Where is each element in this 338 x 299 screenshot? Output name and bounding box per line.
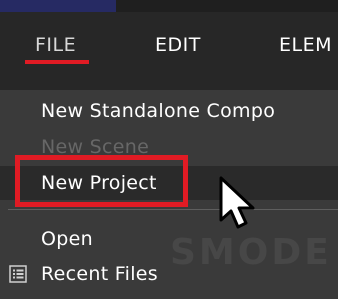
active-menu-underline xyxy=(25,60,89,64)
menu-item-label: Open xyxy=(41,228,93,250)
menu-item-new-standalone-compo[interactable]: New Standalone Compo xyxy=(0,94,338,128)
highlight-annotation-box xyxy=(15,155,188,207)
mouse-cursor-icon xyxy=(219,176,255,229)
menu-separator xyxy=(8,209,338,210)
menu-item-label: Recent Files xyxy=(41,263,158,285)
menu-item-label: New Standalone Compo xyxy=(41,100,276,122)
window-top-strip xyxy=(0,0,338,12)
menu-file[interactable]: FILE xyxy=(35,34,76,56)
top-accent-bar xyxy=(0,0,116,12)
menu-edit[interactable]: EDIT xyxy=(155,34,201,56)
menu-bar: FILE EDIT ELEM xyxy=(0,12,338,90)
list-icon xyxy=(9,265,27,283)
menu-elements[interactable]: ELEM xyxy=(279,34,332,56)
menu-item-open[interactable]: Open xyxy=(0,222,338,256)
file-dropdown-menu: SMODE New Standalone Compo New Scene New… xyxy=(0,90,338,299)
menu-item-recent-files[interactable]: Recent Files xyxy=(0,257,338,291)
